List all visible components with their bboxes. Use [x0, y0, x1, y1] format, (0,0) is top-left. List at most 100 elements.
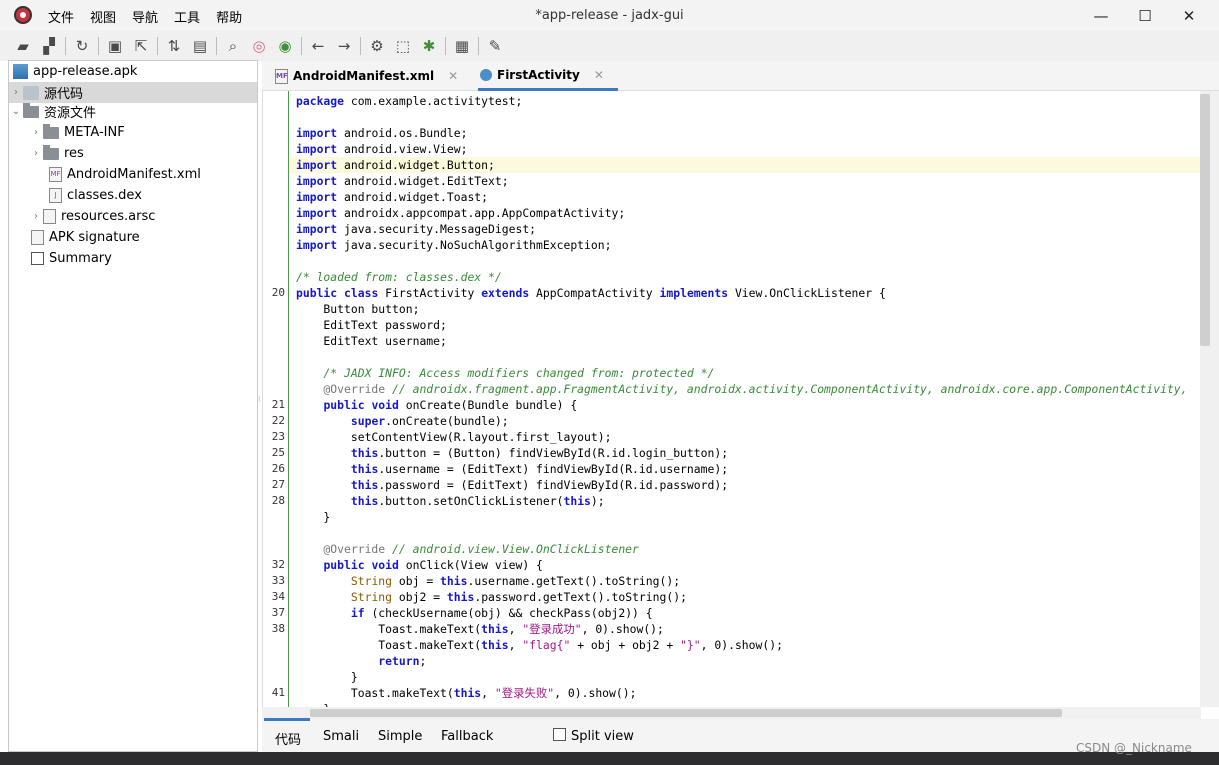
code-line: import android.widget.EditText;: [263, 173, 1201, 189]
code-text: return;: [378, 654, 427, 668]
line-number: 38: [271, 622, 285, 635]
code-text: import android.widget.EditText;: [296, 174, 509, 188]
code-line: 26 this.username = (EditText) findViewBy…: [263, 461, 1201, 477]
tree-item-manifest[interactable]: MF AndroidManifest.xml: [49, 164, 201, 185]
line-number: 25: [271, 446, 285, 459]
line-number: 20: [271, 286, 285, 299]
forward-arrow-icon[interactable]: →: [331, 34, 357, 58]
code-line: package com.example.activitytest;: [263, 93, 1201, 109]
code-line: import android.widget.Toast;: [263, 189, 1201, 205]
debugger-bug-icon[interactable]: ✱: [416, 34, 442, 58]
code-text: public class FirstActivity extends AppCo…: [296, 286, 886, 300]
tab-smali[interactable]: Smali: [323, 729, 359, 744]
chevron-right-icon[interactable]: ›: [29, 127, 43, 138]
add-files-icon[interactable]: ▞: [36, 34, 62, 58]
toolbar-divider: [157, 37, 158, 55]
chevron-right-icon[interactable]: ›: [29, 211, 43, 222]
sync-tree-icon[interactable]: ⇅: [161, 34, 187, 58]
open-file-icon[interactable]: ▰: [10, 34, 36, 58]
save-all-icon[interactable]: ▣: [102, 34, 128, 58]
code-line: 25 this.button = (Button) findViewById(R…: [263, 445, 1201, 461]
search-icon[interactable]: ⌕: [220, 34, 246, 58]
export-icon[interactable]: ⇱: [128, 34, 154, 58]
tree-item-res[interactable]: › res: [29, 143, 84, 164]
taskbar: [0, 752, 1219, 765]
tree-item-arsc[interactable]: › resources.arsc: [29, 206, 155, 227]
code-text: String obj2 = this.password.getText().to…: [350, 590, 687, 604]
chevron-down-icon[interactable]: ⌄: [9, 106, 23, 117]
code-text: Toast.makeText(this, "flag{" + obj + obj…: [296, 638, 783, 652]
log-viewer-icon[interactable]: ▦: [449, 34, 475, 58]
tab-simple[interactable]: Simple: [378, 729, 422, 744]
tree-item-summary[interactable]: Summary: [31, 248, 112, 269]
toolbar-divider: [301, 37, 302, 55]
code-line: /* loaded from: classes.dex */: [263, 269, 1201, 285]
tree-item-source[interactable]: › 源代码: [9, 82, 257, 103]
chevron-right-icon[interactable]: ›: [29, 148, 43, 159]
find-class-icon[interactable]: ◎: [246, 34, 272, 58]
code-line: import android.widget.Button;: [263, 157, 1201, 173]
code-text: @Override // android.view.View.OnClickLi…: [296, 542, 639, 556]
line-number: 32: [271, 558, 285, 571]
split-view-checkbox[interactable]: [553, 728, 566, 741]
preferences-wrench-icon[interactable]: ✎: [482, 34, 508, 58]
toolbar-divider: [216, 37, 217, 55]
line-number: 41: [271, 686, 285, 699]
close-window-button[interactable]: ✕: [1166, 0, 1212, 31]
tree-item-resources[interactable]: ⌄ 资源文件: [9, 101, 257, 122]
window-title: *app-release - jadx-gui: [535, 8, 684, 23]
find-usage-icon[interactable]: ◉: [272, 34, 298, 58]
tree-item-label: app-release.apk: [33, 64, 138, 79]
dex-file-icon: J: [49, 188, 62, 203]
quick-search-icon[interactable]: ⬚: [390, 34, 416, 58]
close-tab-icon[interactable]: ✕: [594, 68, 604, 82]
reload-icon[interactable]: ↻: [69, 34, 95, 58]
horizontal-scroll-thumb[interactable]: [310, 709, 1062, 717]
code-line: 20 public class FirstActivity extends App…: [263, 285, 1201, 301]
code-text: public void onCreate(Bundle bundle) {: [323, 398, 578, 412]
tree-item-label: AndroidManifest.xml: [67, 167, 201, 182]
summary-icon: [31, 252, 44, 265]
code-text: this.button = (Button) findViewById(R.id…: [350, 446, 729, 460]
tree-item-apk-signature[interactable]: APK signature: [31, 227, 140, 248]
maximize-button[interactable]: ☐: [1122, 0, 1168, 31]
active-view-indicator: [264, 718, 310, 721]
code-text: EditText password;: [296, 318, 447, 332]
minimize-button[interactable]: —: [1078, 0, 1124, 31]
close-tab-icon[interactable]: ✕: [448, 69, 458, 83]
code-text: import androidx.appcompat.app.AppCompatA…: [296, 206, 626, 220]
code-text: @Override // androidx.fragment.app.Fragm…: [296, 382, 1188, 396]
source-package-icon: [23, 85, 39, 100]
code-line: /* JADX INFO: Access modifiers changed f…: [263, 365, 1201, 381]
code-text: super.onCreate(bundle);: [350, 414, 509, 428]
apk-icon: [13, 64, 28, 79]
tab-code[interactable]: 代码: [275, 729, 301, 748]
code-line: }: [263, 509, 1201, 525]
vertical-scroll-thumb[interactable]: [1200, 94, 1210, 346]
flatten-packages-icon[interactable]: ▤: [187, 34, 213, 58]
tab-first-activity[interactable]: FirstActivity ✕: [478, 61, 618, 91]
tree-item-meta-inf[interactable]: › META-INF: [29, 122, 125, 143]
chevron-right-icon[interactable]: ›: [9, 87, 23, 98]
code-line: 22 super.onCreate(bundle);: [263, 413, 1201, 429]
back-arrow-icon[interactable]: ←: [305, 34, 331, 58]
deobfuscation-icon[interactable]: ⚙: [364, 34, 390, 58]
line-number: 27: [271, 478, 285, 491]
code-text: String obj = this.username.getText().toS…: [350, 574, 681, 588]
tree-item-dex[interactable]: J classes.dex: [49, 185, 142, 206]
tab-fallback[interactable]: Fallback: [441, 729, 493, 744]
code-editor[interactable]: package com.example.activitytest; import …: [262, 91, 1201, 707]
code-text: }: [296, 670, 358, 684]
tab-android-manifest[interactable]: MF AndroidManifest.xml ✕: [275, 61, 458, 91]
code-line: import java.security.MessageDigest;: [263, 221, 1201, 237]
toolbar: ▰ ▞ ↻ ▣ ⇱ ⇅ ▤ ⌕ ◎ ◉ ← → ⚙ ⬚ ✱ ▦ ✎: [0, 31, 1219, 61]
code-text: EditText username;: [296, 334, 447, 348]
tree-item-apk[interactable]: app-release.apk: [13, 61, 257, 82]
line-number: 34: [271, 590, 285, 603]
code-text: this.button.setOnClickListener(this);: [350, 494, 605, 508]
code-text: /* loaded from: classes.dex */: [296, 270, 502, 284]
tree-item-label: APK signature: [49, 230, 140, 245]
code-line: 23 setContentView(R.layout.first_layout)…: [263, 429, 1201, 445]
code-line: 41 Toast.makeText(this, "登录失败", 0).show(…: [263, 685, 1201, 701]
